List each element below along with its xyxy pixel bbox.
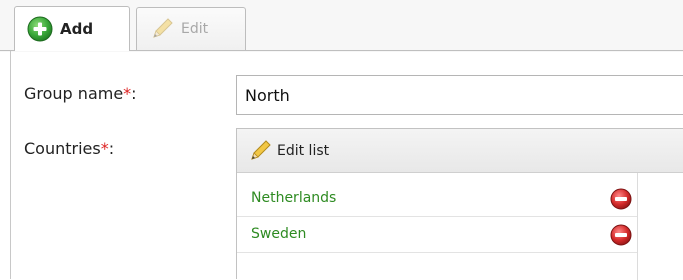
- pencil-icon: [251, 139, 271, 160]
- tab-edit-label: Edit: [181, 21, 209, 37]
- countries-label-text: Countries: [24, 139, 101, 158]
- plus-circle-icon: [27, 16, 53, 42]
- country-name: Sweden: [251, 226, 307, 242]
- edit-list-button[interactable]: Edit list: [237, 129, 683, 173]
- remove-icon[interactable]: [610, 224, 632, 246]
- country-name: Netherlands: [251, 190, 337, 206]
- list-divider: [637, 173, 638, 280]
- label-colon: :: [108, 139, 115, 158]
- tab-edit[interactable]: Edit: [136, 7, 246, 50]
- form-left-border: [10, 51, 11, 279]
- group-name-input[interactable]: [236, 75, 683, 115]
- group-name-label-text: Group name: [24, 84, 124, 103]
- tab-bar: Add Edit: [0, 0, 683, 52]
- tab-add[interactable]: Add: [14, 6, 130, 51]
- countries-label: Countries*:: [24, 139, 114, 158]
- remove-icon[interactable]: [610, 188, 632, 210]
- countries-list: Netherlands Sweden: [237, 173, 637, 280]
- label-colon: :: [131, 84, 137, 103]
- required-marker: *: [123, 84, 132, 103]
- list-item: Netherlands: [237, 181, 637, 217]
- list-item: Sweden: [237, 217, 637, 253]
- group-name-label: Group name*:: [24, 84, 137, 103]
- required-marker: *: [100, 139, 109, 158]
- tab-add-label: Add: [60, 20, 94, 38]
- pencil-icon: [153, 18, 173, 38]
- edit-list-label: Edit list: [277, 142, 330, 159]
- countries-list-panel: Edit list Netherlands Sweden: [236, 128, 683, 280]
